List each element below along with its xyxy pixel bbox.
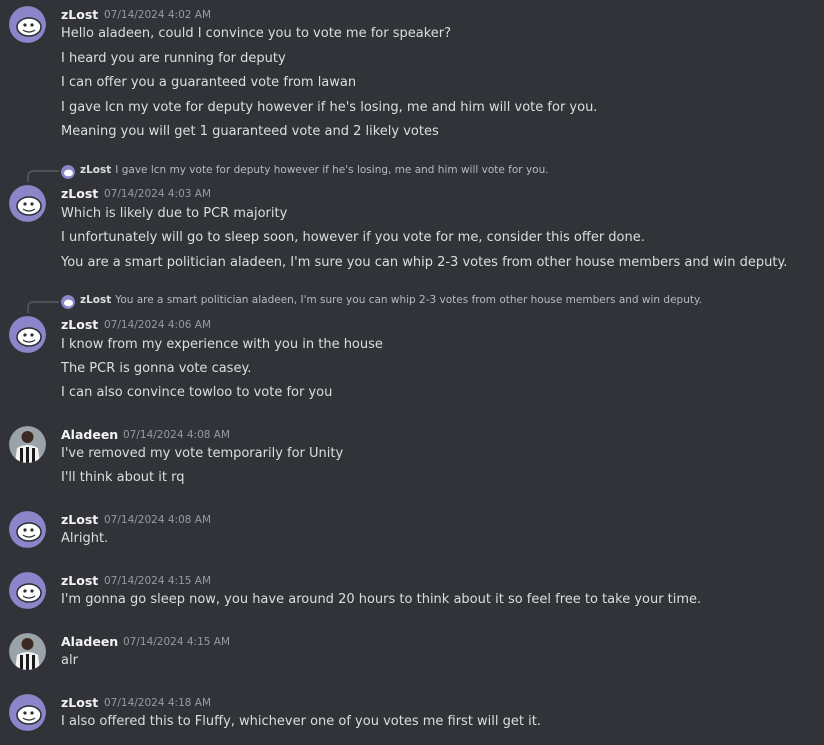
message-text: I can also convince towloo to vote for y… [61,385,333,400]
aladeen-avatar-icon [9,426,46,463]
reply-spine [27,301,59,313]
message-text: I unfortunately will go to sleep soon, h… [61,230,645,245]
chat-message-list: zLost 07/14/2024 4:02 AM Hello aladeen, … [0,0,824,745]
message-text: I also offered this to Fluffy, whichever… [61,714,541,729]
reply-author: zLost [80,294,112,306]
message-author[interactable]: zLost [61,573,98,588]
message-timestamp: 07/14/2024 4:15 AM [104,575,212,587]
zlost-avatar-icon [9,6,46,43]
aladeen-avatar-icon [9,633,46,670]
zlost-avatar-icon [9,316,46,353]
zlost-avatar-icon [61,165,75,179]
message-text: Alright. [61,531,109,546]
message-author[interactable]: Aladeen [61,634,118,649]
message-author[interactable]: Aladeen [61,427,118,442]
message-timestamp: 07/14/2024 4:02 AM [104,9,212,21]
message-text: The PCR is gonna vote casey. [61,361,252,376]
avatar[interactable] [9,633,46,670]
message-text: I gave lcn my vote for deputy however if… [61,100,598,115]
message-text: alr [61,653,78,668]
avatar[interactable] [9,316,46,353]
message-timestamp: 07/14/2024 4:06 AM [104,319,212,331]
reply-author: zLost [80,164,112,176]
message-text: I've removed my vote temporarily for Uni… [61,446,344,461]
message-text: I heard you are running for deputy [61,51,286,66]
zlost-avatar-icon [9,511,46,548]
reply-spine [27,170,59,182]
avatar[interactable] [9,694,46,731]
reply-text: I gave lcn my vote for deputy however if… [115,164,549,176]
message-author[interactable]: zLost [61,186,98,201]
message-text: Which is likely due to PCR majority [61,206,288,221]
message-text: I know from my experience with you in th… [61,337,383,352]
message-timestamp: 07/14/2024 4:03 AM [104,188,212,200]
message-timestamp: 07/14/2024 4:18 AM [104,697,212,709]
message-text: You are a smart politician aladeen, I'm … [61,255,788,270]
message-author[interactable]: zLost [61,512,98,527]
message-timestamp: 07/14/2024 4:15 AM [123,636,231,648]
message-timestamp: 07/14/2024 4:08 AM [123,429,231,441]
avatar[interactable] [9,426,46,463]
avatar[interactable] [9,572,46,609]
avatar[interactable] [9,511,46,548]
zlost-avatar-icon [9,185,46,222]
message-text: I can offer you a guaranteed vote from l… [61,75,357,90]
zlost-avatar-icon [9,694,46,731]
avatar[interactable] [9,6,46,43]
zlost-avatar-icon [9,572,46,609]
reply-preview[interactable]: zLost I gave lcn my vote for deputy howev… [61,164,549,179]
avatar[interactable] [9,185,46,222]
message-text: Hello aladeen, could I convince you to v… [61,26,452,41]
message-text: Meaning you will get 1 guaranteed vote a… [61,124,439,139]
message-text: I'll think about it rq [61,470,185,485]
message-text: I'm gonna go sleep now, you have around … [61,592,702,607]
message-author[interactable]: zLost [61,695,98,710]
message-author[interactable]: zLost [61,317,98,332]
message-timestamp: 07/14/2024 4:08 AM [104,514,212,526]
reply-preview[interactable]: zLost You are a smart politician aladeen,… [61,294,703,309]
message-author[interactable]: zLost [61,7,98,22]
reply-text: You are a smart politician aladeen, I'm … [115,294,703,306]
zlost-avatar-icon [61,295,75,309]
